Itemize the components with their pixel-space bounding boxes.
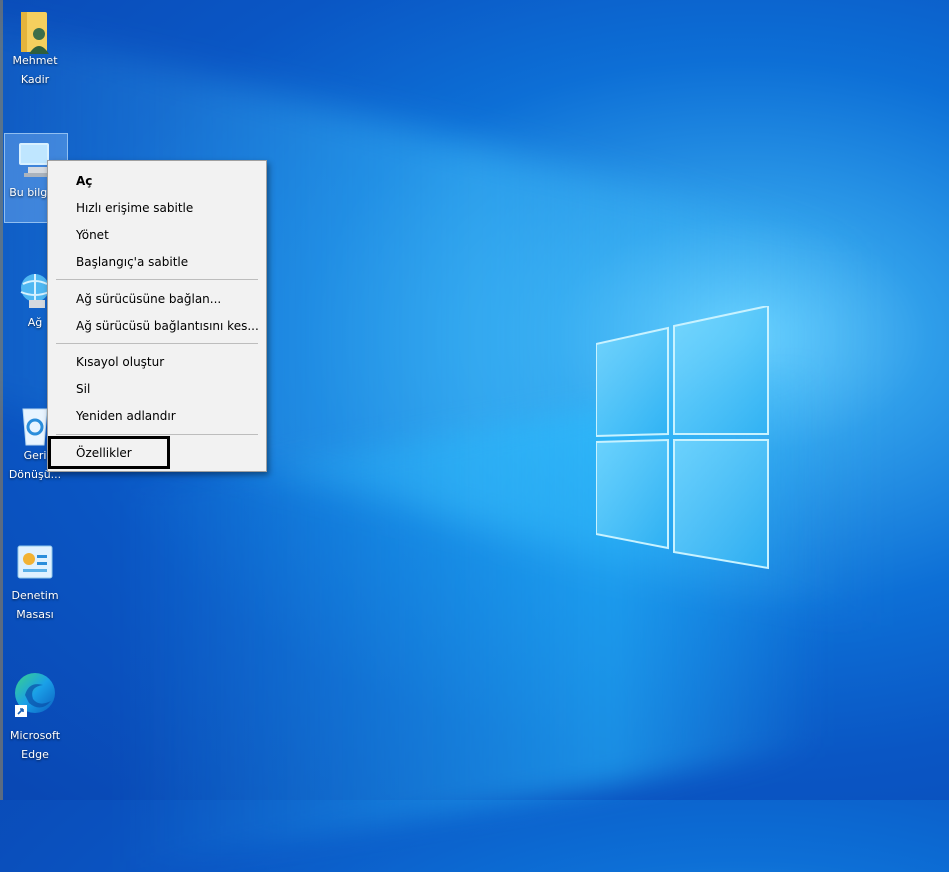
- menu-item-manage[interactable]: Yönet: [76, 225, 109, 245]
- menu-item-pin-quick-access[interactable]: Hızlı erişime sabitle: [76, 198, 193, 218]
- menu-item-rename[interactable]: Yeniden adlandır: [76, 406, 176, 426]
- windows-logo-wallpaper: [596, 306, 769, 570]
- control-panel-icon: [15, 543, 55, 583]
- edge-icon: [13, 665, 57, 723]
- desktop-icon-label: Denetim: [11, 589, 59, 602]
- menu-item-map-network-drive[interactable]: Ağ sürücüsüne bağlan...: [76, 289, 221, 309]
- properties-highlight-box: [48, 436, 170, 469]
- window-frame-edge: [0, 0, 3, 800]
- desktop-icon-control-panel[interactable]: Denetim Masası: [4, 543, 66, 624]
- menu-item-pin-start[interactable]: Başlangıç'a sabitle: [76, 252, 188, 272]
- desktop-icon-label: Edge: [21, 748, 49, 761]
- desktop-icon-label: Kadir: [20, 73, 50, 86]
- menu-separator: [56, 279, 258, 280]
- user-folder-icon: [15, 8, 55, 54]
- desktop-icon-label: Masası: [16, 608, 54, 621]
- menu-item-create-shortcut[interactable]: Kısayol oluştur: [76, 352, 164, 372]
- menu-item-disconnect-network-drive[interactable]: Ağ sürücüsü bağlantısını kes...: [76, 316, 259, 336]
- desktop-icon-label: Microsoft: [9, 729, 61, 742]
- menu-item-open[interactable]: Aç: [76, 171, 92, 191]
- desktop-icon-edge[interactable]: Microsoft Edge: [4, 665, 66, 764]
- context-menu: Aç Hızlı erişime sabitle Yönet Başlangıç…: [47, 160, 267, 472]
- menu-separator: [56, 343, 258, 344]
- menu-item-delete[interactable]: Sil: [76, 379, 90, 399]
- menu-separator: [56, 434, 258, 435]
- desktop-icon-user-folder[interactable]: Mehmet Kadir: [4, 8, 66, 89]
